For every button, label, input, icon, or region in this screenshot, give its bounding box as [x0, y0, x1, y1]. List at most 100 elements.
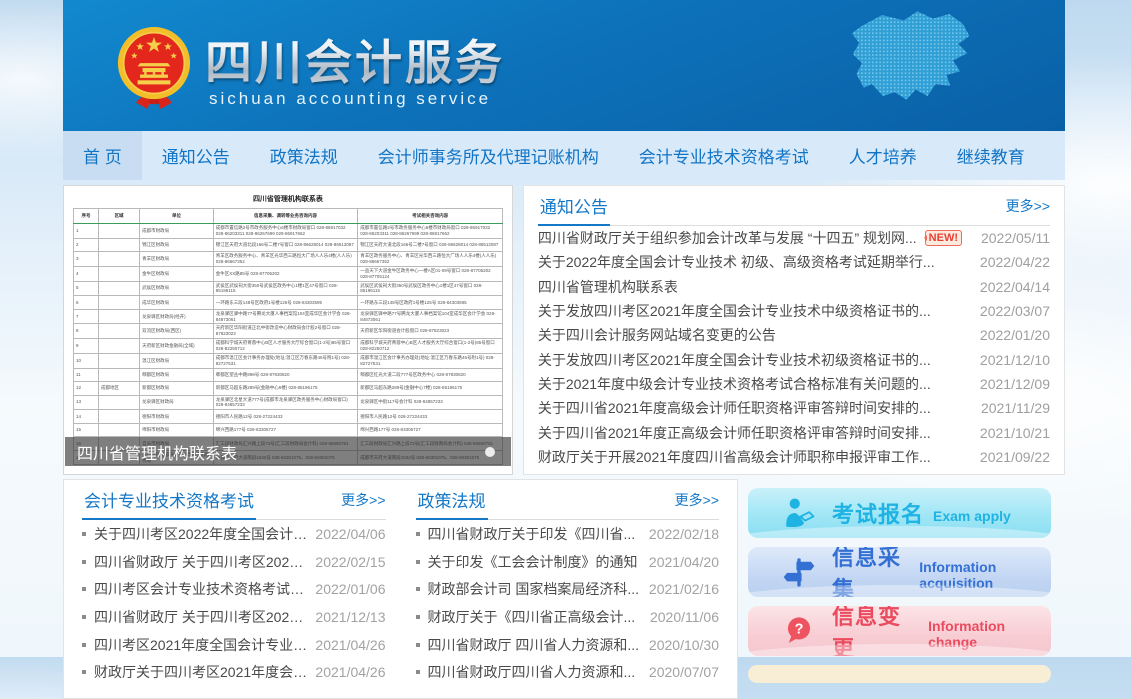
notice-date: 2022/04/14 [970, 279, 1050, 295]
notice-item[interactable]: 关于2022年度全国会计专业技术 初级、高级资格考试延期举行... 2022/0… [538, 250, 1050, 274]
policy-list: 四川省财政厅关于印发《四川省... 2022/02/18 关于印发《工会会计制度… [416, 520, 720, 686]
contact-table-row: 6成华区财政局 一环路东三段148号区政府1号楼125号 028-8430359… [74, 296, 503, 310]
notice-item[interactable]: 四川省财政厅关于组织参加会计改革与发展 “十四五” 规划网... NEW! 20… [538, 226, 1050, 250]
quick-links-column: 考试报名 Exam apply 信息采集 Information acquisi… [748, 479, 1051, 683]
signpost-icon [782, 555, 816, 589]
exam-apply-card[interactable]: 考试报名 Exam apply [748, 488, 1051, 538]
policy-list-item[interactable]: 四川省财政厅 四川省人力资源和... 2020/10/30 [416, 631, 720, 659]
item-title: 四川省财政厅四川省人力资源和... [428, 662, 643, 682]
image-carousel[interactable]: 四川省管理机构联系表 序号 区域 单位 信息采集、调转等业务咨询内容 考试相关咨… [63, 185, 513, 475]
notice-item[interactable]: 关于发放四川考区2021年度全国会计专业技术中级资格证书的... 2022/03… [538, 299, 1050, 323]
nav-item-home[interactable]: 首 页 [63, 131, 142, 180]
nav-label: 首 页 [83, 143, 122, 168]
exam-list-item[interactable]: 四川省财政厅 关于四川考区2022年度... 2022/02/15 [82, 548, 386, 576]
contact-table-row: 8双流区财政局(西区) 天府新区华阳街道正北中街改造中心财政局会计股2号窗口 0… [74, 324, 503, 339]
nav-item-talent-training[interactable]: 人才培养 [829, 131, 937, 180]
exam-list-item[interactable]: 四川考区会计专业技术资格考试服务事... 2022/01/06 [82, 575, 386, 603]
notice-title: 四川省财政厅关于组织参加会计改革与发展 “十四五” 规划网... [538, 228, 917, 248]
nav-label: 继续教育 [957, 143, 1025, 168]
card-sublabel: Information change [928, 618, 1051, 650]
exam-more-link[interactable]: 更多>> [341, 480, 385, 519]
carousel-caption-bar: 四川省管理机构联系表 [65, 437, 511, 466]
policy-section: 政策法规 更多>> 四川省财政厅关于印发《四川省... 2022/02/18 [416, 480, 720, 698]
exam-list-item[interactable]: 关于四川考区2022年度全国会计专业... 2022/04/06 [82, 520, 386, 548]
information-acquisition-card[interactable]: 信息采集 Information acquisition [748, 547, 1051, 597]
bullet-icon [82, 587, 86, 591]
nav-label: 会计师事务所及代理记账机构 [378, 143, 599, 168]
exam-section-title: 会计专业技术资格考试 [82, 480, 256, 520]
policy-list-item[interactable]: 财政部会计司 国家档案局经济科... 2021/02/16 [416, 575, 720, 603]
site-subtitle: sichuan accounting service [209, 89, 491, 109]
exam-list-item[interactable]: 财政厅关于四川考区2021年度会计初... 2021/04/26 [82, 658, 386, 686]
nav-item-firms-agencies[interactable]: 会计师事务所及代理记账机构 [358, 131, 619, 180]
policy-list-item[interactable]: 财政厅关于《四川省正高级会计... 2020/11/06 [416, 603, 720, 631]
item-title: 财政厅关于四川考区2021年度会计初... [94, 662, 309, 682]
nav-item-policies[interactable]: 政策法规 [250, 131, 358, 180]
card-label: 考试报名 [832, 497, 924, 529]
notice-date: 2021/10/21 [970, 425, 1050, 441]
item-date: 2022/01/06 [315, 581, 385, 597]
site-title: 四川会计服务 [205, 24, 505, 93]
contact-table-row: 14德阳市财政局 德阳市人民路12号 028-27224433德阳市人民路12号… [74, 410, 503, 424]
notice-date: 2021/12/10 [970, 352, 1050, 368]
notices-section-title: 通知公告 [538, 186, 610, 226]
information-change-card[interactable]: ? 信息变更 Information change [748, 606, 1051, 656]
notice-item[interactable]: 关于四川省2021年度高级会计师任职资格评审答辩时间安排的... 2021/11… [538, 396, 1050, 420]
notice-item[interactable]: 财政厅关于开展2021年度四川省高级会计师职称申报评审工作... 2021/09… [538, 445, 1050, 469]
notice-title: 关于2021年度中级会计专业技术资格考试合格标准有关问题的... [538, 374, 970, 394]
notice-date: 2021/11/29 [970, 400, 1050, 416]
policy-more-link[interactable]: 更多>> [675, 480, 719, 519]
nav-item-qualification-exam[interactable]: 会计专业技术资格考试 [619, 131, 829, 180]
quick-link-card-partial[interactable] [748, 665, 1051, 683]
notice-title: 财政厅关于开展2021年度四川省高级会计师职称申报评审工作... [538, 447, 970, 467]
exam-list-item[interactable]: 四川考区2021年度全国会计专业技术... 2021/04/26 [82, 631, 386, 659]
item-title: 财政厅关于《四川省正高级会计... [428, 607, 644, 627]
notice-title: 关于发放四川考区2021年度全国会计专业技术初级资格证书的... [538, 350, 970, 370]
policy-list-item[interactable]: 关于印发《工会会计制度》的通知 2021/04/20 [416, 548, 720, 576]
notice-date: 2021/12/09 [970, 376, 1050, 392]
item-date: 2020/10/30 [649, 637, 719, 653]
notice-item[interactable]: 关于发放四川考区2021年度全国会计专业技术初级资格证书的... 2021/12… [538, 347, 1050, 371]
notice-item[interactable]: 关于四川省2021年度正高级会计师任职资格评审答辩时间安排... 2021/10… [538, 420, 1050, 444]
contact-table-title: 四川省管理机构联系表 [73, 191, 503, 208]
question-bubble-icon: ? [782, 614, 816, 648]
contact-table-row: 3青羊区财政局 青羊区政务服务中心、青羊区光华西三路恒大广场人人乐4楼(人人乐)… [74, 252, 503, 267]
notices-panel: 通知公告 更多>> 四川省财政厅关于组织参加会计改革与发展 “十四五” 规划网.… [523, 185, 1065, 475]
item-date: 2022/02/18 [649, 526, 719, 542]
bullet-icon [416, 670, 420, 674]
bullet-icon [416, 615, 420, 619]
notices-more-link[interactable]: 更多>> [1006, 186, 1050, 225]
carousel-dot-indicator[interactable] [485, 447, 495, 457]
contact-table-row: 2锦江区财政局 锦江区天府大道北段166号二楼7号窗口 028-86628014… [74, 238, 503, 252]
item-title: 关于四川考区2022年度全国会计专业... [94, 524, 309, 544]
notices-list: 四川省财政厅关于组织参加会计改革与发展 “十四五” 规划网... NEW! 20… [538, 226, 1050, 469]
nav-label: 会计专业技术资格考试 [639, 143, 809, 168]
contact-table-row: 4金牛区财政局 金牛区XX路85号 028-87705202一品天下大道金牛区政… [74, 266, 503, 281]
notice-item[interactable]: 关于四川会计服务网站域名变更的公告 2022/01/20 [538, 323, 1050, 347]
contact-table-row: 5武侯区财政局 武侯区武侯祠大街350号武侯区政务中心1楼1区47号窗口 028… [74, 281, 503, 296]
item-title: 四川省财政厅 关于四川考区2022年度... [94, 552, 309, 572]
notice-item[interactable]: 关于2021年度中级会计专业技术资格考试合格标准有关问题的... 2021/12… [538, 372, 1050, 396]
carousel-caption[interactable]: 四川省管理机构联系表 [77, 440, 485, 464]
policy-list-item[interactable]: 四川省财政厅四川省人力资源和... 2020/07/07 [416, 658, 720, 686]
exam-reader-icon [782, 496, 816, 530]
nav-label: 政策法规 [270, 143, 338, 168]
card-label: 信息变更 [832, 606, 919, 656]
exam-section: 会计专业技术资格考试 更多>> 关于四川考区2022年度全国会计专业... 20… [82, 480, 386, 698]
nav-item-notices[interactable]: 通知公告 [142, 131, 250, 180]
bullet-icon [416, 643, 420, 647]
item-date: 2022/02/15 [315, 554, 385, 570]
card-label: 信息采集 [832, 547, 910, 597]
notice-title: 关于四川省2021年度正高级会计师任职资格评审答辩时间安排... [538, 423, 970, 443]
bottom-lists-panel: 会计专业技术资格考试 更多>> 关于四川考区2022年度全国会计专业... 20… [63, 479, 738, 699]
item-title: 四川考区2021年度全国会计专业技术... [94, 635, 309, 655]
notice-title: 关于四川省2021年度高级会计师任职资格评审答辩时间安排的... [538, 398, 970, 418]
notice-item[interactable]: 四川省管理机构联系表 2022/04/14 [538, 275, 1050, 299]
notice-date: 2022/05/11 [970, 230, 1050, 246]
item-date: 2021/04/20 [649, 554, 719, 570]
bullet-icon [416, 560, 420, 564]
policy-list-item[interactable]: 四川省财政厅关于印发《四川省... 2022/02/18 [416, 520, 720, 548]
exam-list-item[interactable]: 四川省财政厅 关于四川考区2022年度... 2021/12/13 [82, 603, 386, 631]
exam-list: 关于四川考区2022年度全国会计专业... 2022/04/06 四川省财政厅 … [82, 520, 386, 686]
nav-item-continuing-education[interactable]: 继续教育 [937, 131, 1045, 180]
